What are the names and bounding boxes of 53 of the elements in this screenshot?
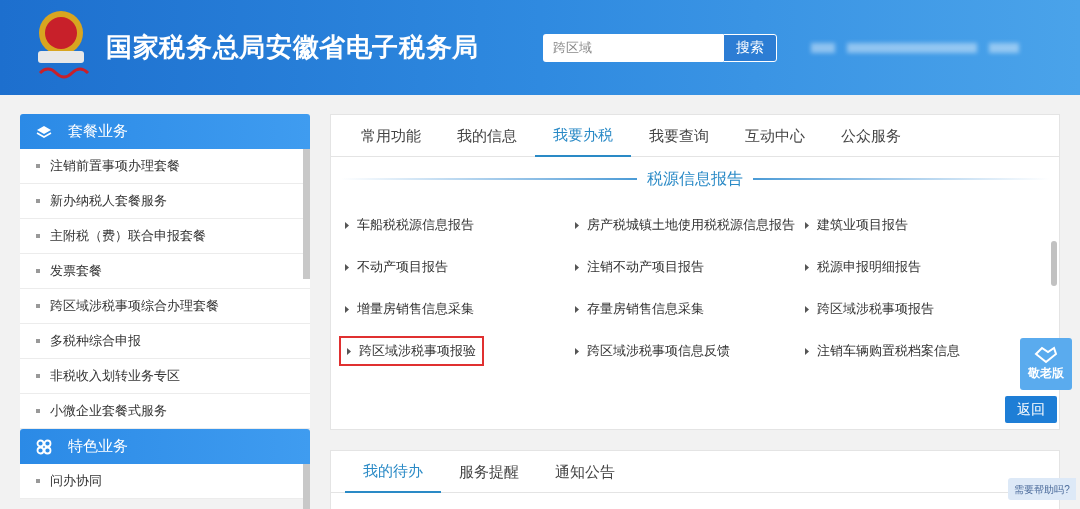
tab[interactable]: 服务提醒 — [441, 451, 537, 493]
search-button[interactable]: 搜索 — [723, 33, 778, 62]
tab[interactable]: 通知公告 — [537, 451, 633, 493]
scrollbar-thumb[interactable] — [1051, 241, 1057, 286]
search-field[interactable]: 跨区域 — [543, 33, 724, 62]
service-link[interactable]: 税源申报明细报告 — [805, 257, 921, 277]
clover-icon — [36, 438, 52, 455]
caret-icon — [805, 221, 809, 229]
service-link[interactable]: 增量房销售信息采集 — [345, 299, 474, 319]
caret-icon — [575, 221, 579, 229]
back-button[interactable]: 返回 — [1005, 396, 1057, 423]
service-link[interactable]: 车船税税源信息报告 — [345, 215, 474, 235]
scrollbar-thumb[interactable] — [303, 149, 310, 279]
service-link[interactable]: 注销不动产项目报告 — [575, 257, 704, 277]
service-link[interactable]: 房产税城镇土地使用税税源信息报告 — [575, 215, 795, 235]
section-title: 税源信息报告 — [646, 169, 744, 189]
sidebar-item[interactable]: 新办纳税人套餐服务 — [50, 191, 167, 211]
service-link[interactable]: 建筑业项目报告 — [805, 215, 908, 235]
tab[interactable]: 常用功能 — [343, 115, 439, 157]
tab[interactable]: 公众服务 — [823, 115, 919, 157]
sidebar-item[interactable]: 发票套餐 — [50, 261, 102, 281]
sidebar-item[interactable]: 小微企业套餐式服务 — [50, 401, 167, 421]
sidebar-item[interactable]: 多税种综合申报 — [50, 331, 141, 351]
caret-icon — [345, 221, 349, 229]
sidebar-item[interactable]: 非税收入划转业务专区 — [50, 366, 180, 386]
tab[interactable]: 互动中心 — [727, 115, 823, 157]
handshake-icon — [1034, 346, 1058, 364]
caret-icon — [805, 347, 809, 355]
service-link[interactable]: 跨区域涉税事项信息反馈 — [575, 341, 730, 361]
service-link[interactable]: 跨区域涉税事项报验 — [339, 336, 484, 366]
sidebar-item[interactable]: 问办协同 — [50, 471, 102, 491]
tab[interactable]: 我的待办 — [345, 451, 441, 493]
caret-icon — [575, 305, 579, 313]
caret-icon — [575, 263, 579, 271]
tab[interactable]: 我的信息 — [439, 115, 535, 157]
caret-icon — [805, 263, 809, 271]
sidebar-item[interactable]: 跨区域涉税事项综合办理套餐 — [50, 296, 219, 316]
caret-icon — [805, 305, 809, 313]
service-link[interactable]: 注销车辆购置税档案信息 — [805, 341, 960, 361]
help-bubble[interactable]: 需要帮助吗? — [1008, 478, 1076, 500]
service-link[interactable]: 存量房销售信息采集 — [575, 299, 704, 319]
tab[interactable]: 我要办税 — [535, 115, 631, 157]
caret-icon — [575, 347, 579, 355]
service-link[interactable]: 跨区域涉税事项报告 — [805, 299, 934, 319]
tab[interactable]: 我要查询 — [631, 115, 727, 157]
caret-icon — [345, 263, 349, 271]
caret-icon — [345, 305, 349, 313]
site-title: 国家税务总局安徽省电子税务局 — [106, 31, 480, 64]
sidebar-item[interactable]: 注销前置事项办理套餐 — [50, 156, 180, 176]
service-link[interactable]: 不动产项目报告 — [345, 257, 448, 277]
caret-icon — [347, 347, 351, 355]
sidebar-item[interactable]: 主附税（费）联合申报套餐 — [50, 226, 206, 246]
layers-icon — [36, 124, 52, 139]
